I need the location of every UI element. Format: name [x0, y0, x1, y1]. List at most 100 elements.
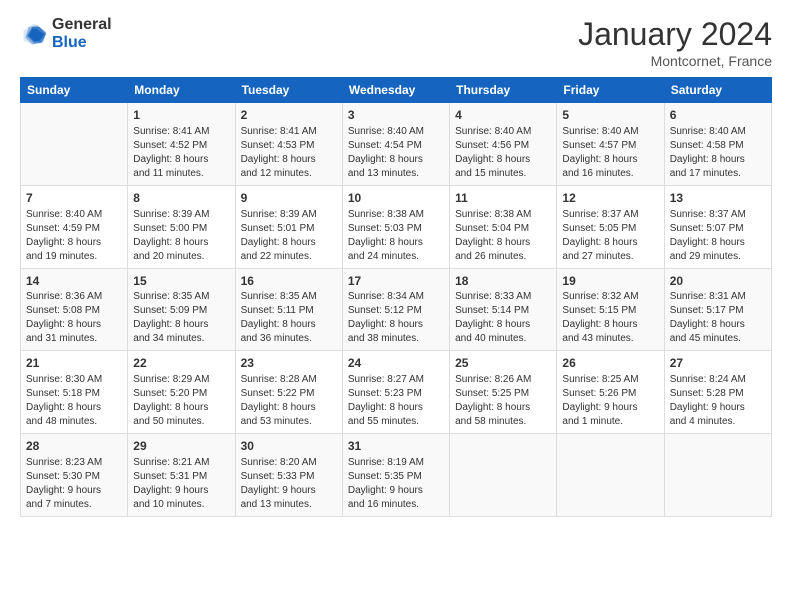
week-row-2: 14Sunrise: 8:36 AM Sunset: 5:08 PM Dayli… — [21, 268, 772, 351]
day-number: 3 — [348, 107, 444, 124]
day-cell: 28Sunrise: 8:23 AM Sunset: 5:30 PM Dayli… — [21, 434, 128, 517]
day-cell — [21, 103, 128, 186]
day-info: Sunrise: 8:25 AM Sunset: 5:26 PM Dayligh… — [562, 374, 638, 427]
calendar-table: SundayMondayTuesdayWednesdayThursdayFrid… — [20, 77, 772, 517]
day-cell: 8 Sunrise: 8:39 AM Sunset: 5:00 PM Daylig… — [128, 185, 235, 268]
day-info: Sunrise: 8:27 AM Sunset: 5:23 PM Dayligh… — [348, 374, 424, 427]
day-info: Sunrise: 8:41 AM Sunset: 4:53 PM Dayligh… — [241, 126, 317, 179]
day-cell: 23 Sunrise: 8:28 AM Sunset: 5:22 PM Dayli… — [235, 351, 342, 434]
day-cell: 19Sunrise: 8:32 AM Sunset: 5:15 PM Dayli… — [557, 268, 664, 351]
calendar-body: 1 Sunrise: 8:41 AM Sunset: 4:52 PM Daylig… — [21, 103, 772, 517]
day-info: Sunrise: 8:28 AM Sunset: 5:22 PM Dayligh… — [241, 374, 317, 427]
day-number: 21 — [26, 355, 122, 372]
day-cell: 16Sunrise: 8:35 AM Sunset: 5:11 PM Dayli… — [235, 268, 342, 351]
day-info: Sunrise: 8:38 AM Sunset: 5:03 PM Dayligh… — [348, 209, 424, 262]
day-number: 27 — [670, 355, 766, 372]
month-title: January 2024 — [578, 16, 772, 53]
header-row: SundayMondayTuesdayWednesdayThursdayFrid… — [21, 78, 772, 103]
day-cell: 1 Sunrise: 8:41 AM Sunset: 4:52 PM Daylig… — [128, 103, 235, 186]
day-number: 18 — [455, 273, 551, 290]
header-cell-wednesday: Wednesday — [342, 78, 449, 103]
day-number: 30 — [241, 438, 337, 455]
day-info: Sunrise: 8:38 AM Sunset: 5:04 PM Dayligh… — [455, 209, 531, 262]
day-info: Sunrise: 8:31 AM Sunset: 5:17 PM Dayligh… — [670, 291, 746, 344]
day-info: Sunrise: 8:35 AM Sunset: 5:09 PM Dayligh… — [133, 291, 209, 344]
day-number: 25 — [455, 355, 551, 372]
calendar-header: SundayMondayTuesdayWednesdayThursdayFrid… — [21, 78, 772, 103]
day-cell: 29 Sunrise: 8:21 AM Sunset: 5:31 PM Dayli… — [128, 434, 235, 517]
day-cell — [664, 434, 771, 517]
day-cell: 12 Sunrise: 8:37 AM Sunset: 5:05 PM Dayli… — [557, 185, 664, 268]
day-number: 9 — [241, 190, 337, 207]
day-info: Sunrise: 8:36 AM Sunset: 5:08 PM Dayligh… — [26, 291, 102, 344]
day-info: Sunrise: 8:39 AM Sunset: 5:00 PM Dayligh… — [133, 209, 209, 262]
day-cell — [450, 434, 557, 517]
day-cell: 4 Sunrise: 8:40 AM Sunset: 4:56 PM Daylig… — [450, 103, 557, 186]
day-number: 29 — [133, 438, 229, 455]
day-number: 19 — [562, 273, 658, 290]
day-info: Sunrise: 8:33 AM Sunset: 5:14 PM Dayligh… — [455, 291, 531, 344]
day-number: 26 — [562, 355, 658, 372]
day-cell: 20Sunrise: 8:31 AM Sunset: 5:17 PM Dayli… — [664, 268, 771, 351]
day-number: 24 — [348, 355, 444, 372]
logo-blue-text: Blue — [52, 34, 112, 52]
day-cell: 5Sunrise: 8:40 AM Sunset: 4:57 PM Daylig… — [557, 103, 664, 186]
day-number: 15 — [133, 273, 229, 290]
day-cell: 31Sunrise: 8:19 AM Sunset: 5:35 PM Dayli… — [342, 434, 449, 517]
day-number: 11 — [455, 190, 551, 207]
logo-text: General Blue — [52, 16, 112, 51]
day-number: 13 — [670, 190, 766, 207]
day-cell: 15Sunrise: 8:35 AM Sunset: 5:09 PM Dayli… — [128, 268, 235, 351]
day-number: 8 — [133, 190, 229, 207]
day-info: Sunrise: 8:37 AM Sunset: 5:07 PM Dayligh… — [670, 209, 746, 262]
header-cell-friday: Friday — [557, 78, 664, 103]
location: Montcornet, France — [578, 53, 772, 69]
day-cell: 9Sunrise: 8:39 AM Sunset: 5:01 PM Daylig… — [235, 185, 342, 268]
day-info: Sunrise: 8:40 AM Sunset: 4:56 PM Dayligh… — [455, 126, 531, 179]
day-number: 10 — [348, 190, 444, 207]
day-cell: 7Sunrise: 8:40 AM Sunset: 4:59 PM Daylig… — [21, 185, 128, 268]
header-cell-thursday: Thursday — [450, 78, 557, 103]
logo-icon — [20, 20, 48, 48]
day-number: 1 — [133, 107, 229, 124]
day-cell: 17Sunrise: 8:34 AM Sunset: 5:12 PM Dayli… — [342, 268, 449, 351]
day-info: Sunrise: 8:40 AM Sunset: 4:58 PM Dayligh… — [670, 126, 746, 179]
day-cell: 18Sunrise: 8:33 AM Sunset: 5:14 PM Dayli… — [450, 268, 557, 351]
day-info: Sunrise: 8:32 AM Sunset: 5:15 PM Dayligh… — [562, 291, 638, 344]
week-row-4: 28Sunrise: 8:23 AM Sunset: 5:30 PM Dayli… — [21, 434, 772, 517]
week-row-1: 7Sunrise: 8:40 AM Sunset: 4:59 PM Daylig… — [21, 185, 772, 268]
day-cell: 26 Sunrise: 8:25 AM Sunset: 5:26 PM Dayli… — [557, 351, 664, 434]
day-info: Sunrise: 8:21 AM Sunset: 5:31 PM Dayligh… — [133, 457, 209, 510]
week-row-3: 21 Sunrise: 8:30 AM Sunset: 5:18 PM Dayli… — [21, 351, 772, 434]
day-info: Sunrise: 8:34 AM Sunset: 5:12 PM Dayligh… — [348, 291, 424, 344]
day-info: Sunrise: 8:41 AM Sunset: 4:52 PM Dayligh… — [133, 126, 209, 179]
day-number: 7 — [26, 190, 122, 207]
day-number: 2 — [241, 107, 337, 124]
day-info: Sunrise: 8:24 AM Sunset: 5:28 PM Dayligh… — [670, 374, 746, 427]
day-number: 20 — [670, 273, 766, 290]
day-cell: 22Sunrise: 8:29 AM Sunset: 5:20 PM Dayli… — [128, 351, 235, 434]
day-number: 16 — [241, 273, 337, 290]
calendar-page: General Blue January 2024 Montcornet, Fr… — [0, 0, 792, 612]
day-cell: 11 Sunrise: 8:38 AM Sunset: 5:04 PM Dayli… — [450, 185, 557, 268]
day-number: 31 — [348, 438, 444, 455]
day-info: Sunrise: 8:37 AM Sunset: 5:05 PM Dayligh… — [562, 209, 638, 262]
day-number: 4 — [455, 107, 551, 124]
day-cell: 25Sunrise: 8:26 AM Sunset: 5:25 PM Dayli… — [450, 351, 557, 434]
header-cell-sunday: Sunday — [21, 78, 128, 103]
logo-general-text: General — [52, 16, 112, 34]
day-cell: 24 Sunrise: 8:27 AM Sunset: 5:23 PM Dayli… — [342, 351, 449, 434]
day-info: Sunrise: 8:30 AM Sunset: 5:18 PM Dayligh… — [26, 374, 102, 427]
day-number: 23 — [241, 355, 337, 372]
week-row-0: 1 Sunrise: 8:41 AM Sunset: 4:52 PM Daylig… — [21, 103, 772, 186]
header-cell-tuesday: Tuesday — [235, 78, 342, 103]
day-cell: 14Sunrise: 8:36 AM Sunset: 5:08 PM Dayli… — [21, 268, 128, 351]
day-cell: 10 Sunrise: 8:38 AM Sunset: 5:03 PM Dayli… — [342, 185, 449, 268]
day-number: 12 — [562, 190, 658, 207]
logo: General Blue — [20, 16, 112, 51]
day-info: Sunrise: 8:40 AM Sunset: 4:54 PM Dayligh… — [348, 126, 424, 179]
day-cell: 30Sunrise: 8:20 AM Sunset: 5:33 PM Dayli… — [235, 434, 342, 517]
header-cell-saturday: Saturday — [664, 78, 771, 103]
day-number: 6 — [670, 107, 766, 124]
day-number: 22 — [133, 355, 229, 372]
